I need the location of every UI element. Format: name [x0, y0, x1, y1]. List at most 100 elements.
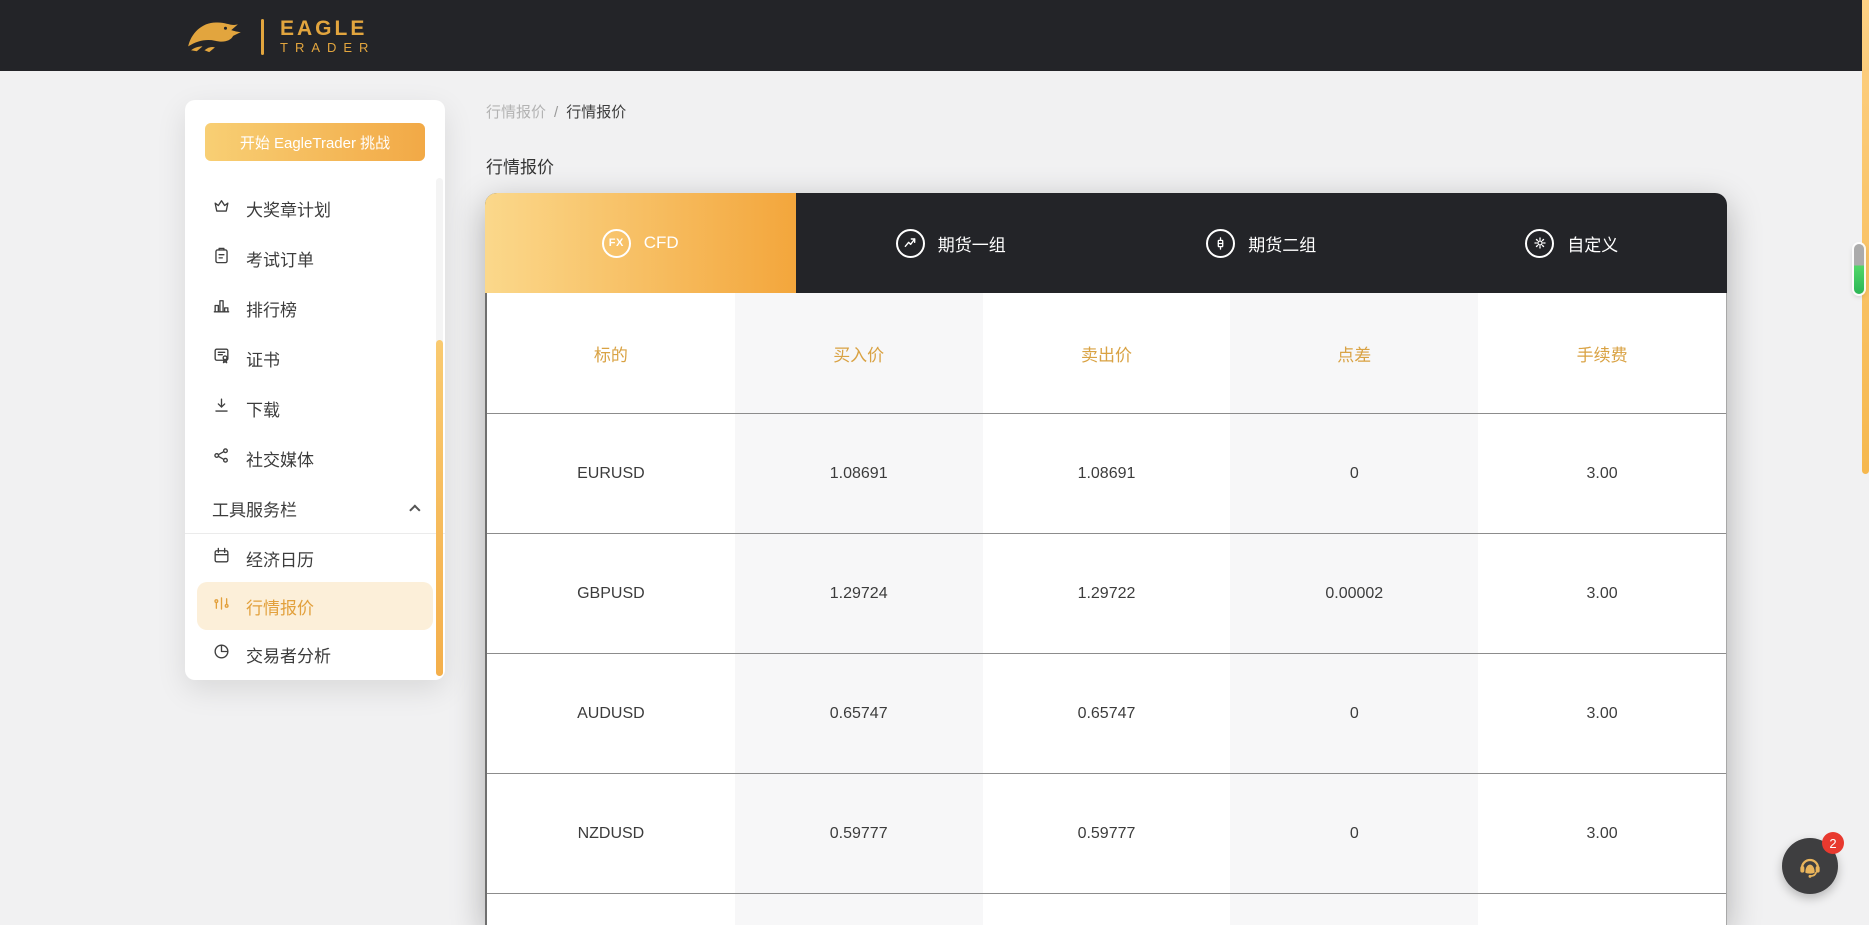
chat-unread-badge: 2 [1822, 832, 1844, 854]
sidebar-item-label: 下载 [246, 396, 280, 421]
table-cell: 0 [1230, 654, 1478, 773]
table-cell: 0.00002 [1230, 534, 1478, 653]
chevron-up-icon [409, 504, 420, 515]
gear-icon [1525, 229, 1554, 258]
sidebar-item-label: 交易者分析 [246, 642, 331, 667]
sidebar-item-exam-orders[interactable]: 考试订单 [185, 233, 445, 283]
breadcrumb-separator: / [554, 104, 558, 121]
sidebar-item-certificate[interactable]: 证书 [185, 333, 445, 383]
quotes-table: 标的 买入价 卖出价 点差 手续费 EURUSD 1.08691 1.08691… [485, 293, 1727, 925]
medal-plan-icon [212, 196, 231, 220]
sidebar-section-tools[interactable]: 工具服务栏 [185, 483, 445, 533]
sidebar-item-trader-analysis[interactable]: 交易者分析 [185, 630, 445, 678]
table-cell: 3.00 [1478, 654, 1726, 773]
sidebar-item-economic-calendar[interactable]: 经济日历 [185, 534, 445, 582]
social-media-icon [212, 446, 231, 470]
table-cell: 1.08691 [983, 414, 1231, 533]
sidebar-item-download[interactable]: 下载 [185, 383, 445, 433]
sidebar-item-quotes[interactable]: 行情报价 [197, 582, 433, 630]
column-header: 点差 [1230, 293, 1478, 413]
table-header-row: 标的 买入价 卖出价 点差 手续费 [487, 293, 1726, 414]
app-logo: EAGLE TRADER [183, 12, 375, 61]
table-cell: 3.00 [1478, 534, 1726, 653]
sidebar-nav: 大奖章计划 考试订单 排行榜 证书 [185, 183, 445, 678]
table-row: EURUSD 1.08691 1.08691 0 3.00 [487, 414, 1726, 534]
page-title: 行情报价 [486, 153, 554, 178]
trending-up-icon [896, 229, 925, 258]
table-cell: 1.08691 [735, 414, 983, 533]
tab-label: CFD [644, 233, 679, 253]
table-cell [735, 894, 983, 925]
download-icon [212, 396, 231, 420]
sidebar: 开始 EagleTrader 挑战 大奖章计划 考试订单 排行榜 [185, 100, 445, 680]
tab-bar: FX CFD 期货一组 期货二组 自定义 [485, 193, 1727, 293]
table-cell [1230, 894, 1478, 925]
tab-custom[interactable]: 自定义 [1417, 193, 1728, 293]
table-row: GBPUSD 1.29724 1.29722 0.00002 3.00 [487, 534, 1726, 654]
certificate-icon [212, 346, 231, 370]
tab-futures-group-2[interactable]: 期货二组 [1106, 193, 1417, 293]
table-cell: 1.29722 [983, 534, 1231, 653]
column-header: 卖出价 [983, 293, 1231, 413]
tab-label: 自定义 [1567, 231, 1618, 256]
tab-label: 期货一组 [938, 231, 1006, 256]
sidebar-item-label: 社交媒体 [246, 446, 314, 471]
breadcrumb-current: 行情报价 [566, 104, 626, 121]
table-cell [983, 894, 1231, 925]
table-cell: 0 [1230, 774, 1478, 893]
app-header: EAGLE TRADER 中文简体 [0, 0, 1869, 71]
breadcrumb-root[interactable]: 行情报价 [486, 104, 546, 121]
support-chat-button[interactable]: 2 [1782, 838, 1838, 894]
trader-analysis-icon [212, 642, 231, 666]
table-cell [1478, 894, 1726, 925]
quotes-card: FX CFD 期货一组 期货二组 自定义 [485, 193, 1727, 925]
column-header: 买入价 [735, 293, 983, 413]
sidebar-item-label: 排行榜 [246, 296, 297, 321]
sidebar-item-label: 经济日历 [246, 546, 314, 571]
table-cell: 0 [1230, 414, 1478, 533]
fx-circle-icon: FX [602, 229, 631, 258]
sidebar-item-medal-plan[interactable]: 大奖章计划 [185, 183, 445, 233]
calendar-icon [212, 546, 231, 570]
eagle-logo-icon [183, 12, 245, 61]
tab-futures-group-1[interactable]: 期货一组 [796, 193, 1107, 293]
app-root: EAGLE TRADER 中文简体 [0, 0, 1869, 925]
table-cell: 3.00 [1478, 774, 1726, 893]
sidebar-item-social-media[interactable]: 社交媒体 [185, 433, 445, 483]
headset-agent-icon [1794, 850, 1826, 882]
table-cell: NZDUSD [487, 774, 735, 893]
sidebar-item-label: 考试订单 [246, 246, 314, 271]
table-row: NZDUSD 0.59777 0.59777 0 3.00 [487, 774, 1726, 894]
logo-text-secondary: TRADER [280, 40, 375, 56]
start-challenge-button[interactable]: 开始 EagleTrader 挑战 [205, 123, 425, 161]
breadcrumb: 行情报价 / 行情报价 [486, 101, 626, 122]
leaderboard-icon [212, 296, 231, 320]
sidebar-item-label: 行情报价 [246, 594, 314, 619]
table-cell: EURUSD [487, 414, 735, 533]
sidebar-item-leaderboard[interactable]: 排行榜 [185, 283, 445, 333]
tab-cfd[interactable]: FX CFD [485, 193, 796, 293]
logo-text-primary: EAGLE [280, 18, 375, 40]
table-row-partial [487, 894, 1726, 925]
candlestick-icon [1206, 229, 1235, 258]
column-header: 手续费 [1478, 293, 1726, 413]
column-header: 标的 [487, 293, 735, 413]
quotes-icon [212, 594, 231, 618]
table-cell: AUDUSD [487, 654, 735, 773]
page-scrollbar-track [1862, 0, 1869, 474]
table-cell: GBPUSD [487, 534, 735, 653]
table-cell: 0.65747 [735, 654, 983, 773]
sidebar-item-label: 证书 [246, 346, 280, 371]
page-scrollbar-thumb[interactable] [1854, 244, 1864, 294]
table-cell [487, 894, 735, 925]
table-cell: 0.59777 [983, 774, 1231, 893]
table-cell: 3.00 [1478, 414, 1726, 533]
sidebar-section-label: 工具服务栏 [212, 496, 297, 521]
table-cell: 0.65747 [983, 654, 1231, 773]
table-cell: 0.59777 [735, 774, 983, 893]
exam-orders-icon [212, 246, 231, 270]
sidebar-item-label: 大奖章计划 [246, 196, 331, 221]
sidebar-scrollbar-thumb[interactable] [436, 340, 443, 676]
tab-label: 期货二组 [1248, 231, 1316, 256]
logo-divider [261, 19, 264, 55]
